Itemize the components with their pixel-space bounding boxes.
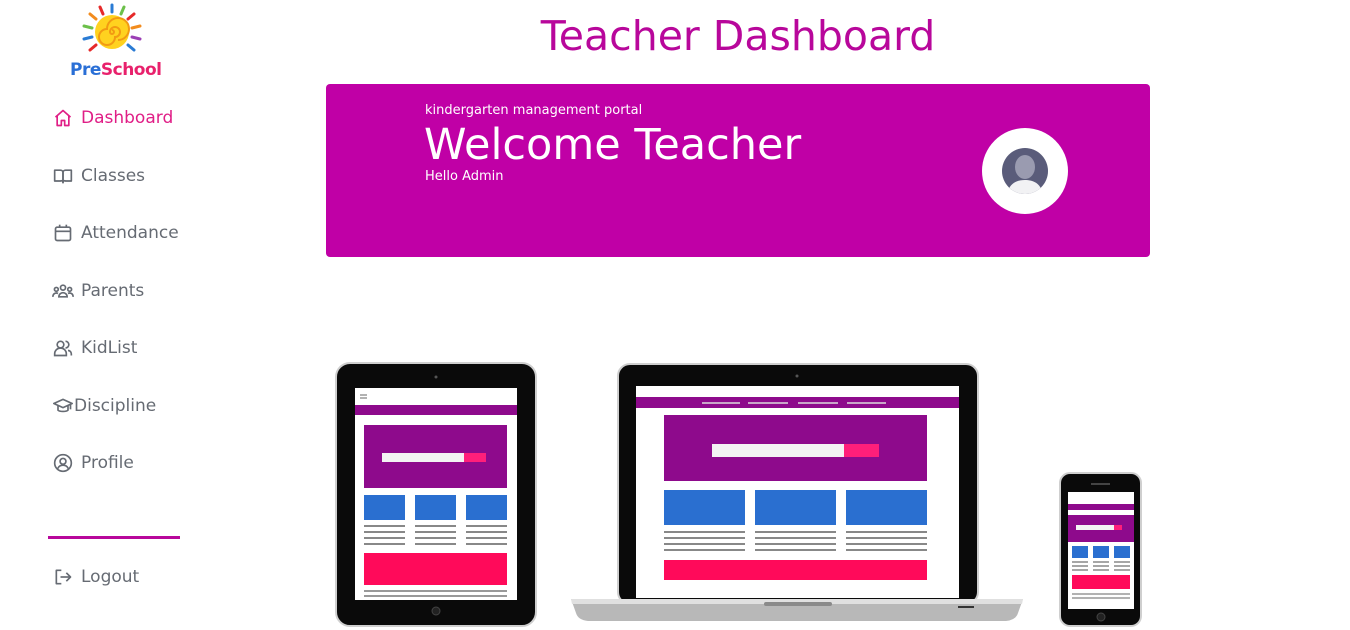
- sidebar-item-discipline[interactable]: Discipline: [52, 388, 156, 424]
- banner-greeting: Hello Admin: [425, 169, 504, 184]
- home-icon: [52, 107, 74, 129]
- welcome-banner: kindergarten management portal Welcome T…: [326, 84, 1150, 257]
- sidebar-item-classes[interactable]: Classes: [52, 158, 145, 194]
- logout-icon: [52, 566, 74, 588]
- sidebar-item-profile[interactable]: Profile: [52, 445, 134, 481]
- book-icon: [52, 165, 74, 187]
- sidebar-item-dashboard[interactable]: Dashboard: [52, 100, 173, 136]
- logout-button[interactable]: Logout: [52, 559, 139, 595]
- laptop-illustration: [571, 363, 1023, 621]
- page-title: Teacher Dashboard: [540, 12, 936, 60]
- sidebar-item-label: Discipline: [74, 396, 157, 416]
- sidebar-item-label: Classes: [81, 166, 146, 186]
- preschool-logo[interactable]: PreSchool: [68, 2, 162, 84]
- sidebar-item-parents[interactable]: Parents: [52, 273, 144, 309]
- sidebar-item-attendance[interactable]: Attendance: [52, 215, 179, 251]
- sidebar-item-label: Profile: [81, 453, 134, 473]
- sidebar-divider: [48, 536, 180, 539]
- devices-image: [335, 362, 1142, 627]
- sidebar: PreSchool Dashboard Classes Attendance P…: [0, 0, 230, 630]
- user-circle-icon: [52, 452, 74, 474]
- tablet-illustration: [335, 362, 537, 627]
- people-icon: [52, 280, 74, 302]
- responsive-devices-illustration: [326, 355, 1150, 630]
- logout-label: Logout: [81, 567, 140, 587]
- sidebar-item-label: Dashboard: [81, 108, 174, 128]
- sidebar-item-label: KidList: [81, 338, 138, 358]
- banner-subtitle: kindergarten management portal: [425, 103, 643, 118]
- app-root: PreSchool Dashboard Classes Attendance P…: [0, 0, 1350, 630]
- sidebar-item-label: Parents: [81, 281, 145, 301]
- graduation-cap-icon: [52, 395, 74, 417]
- logo-text: PreSchool: [70, 60, 162, 80]
- phone-illustration: [1059, 472, 1142, 627]
- users-icon: [52, 337, 74, 359]
- sidebar-item-kidlist[interactable]: KidList: [52, 330, 137, 366]
- banner-title: Welcome Teacher: [424, 120, 802, 170]
- calendar-icon: [52, 222, 74, 244]
- sun-icon: [82, 3, 142, 52]
- sidebar-item-label: Attendance: [81, 223, 179, 243]
- avatar[interactable]: [982, 128, 1068, 214]
- user-avatar-icon: [1002, 148, 1048, 194]
